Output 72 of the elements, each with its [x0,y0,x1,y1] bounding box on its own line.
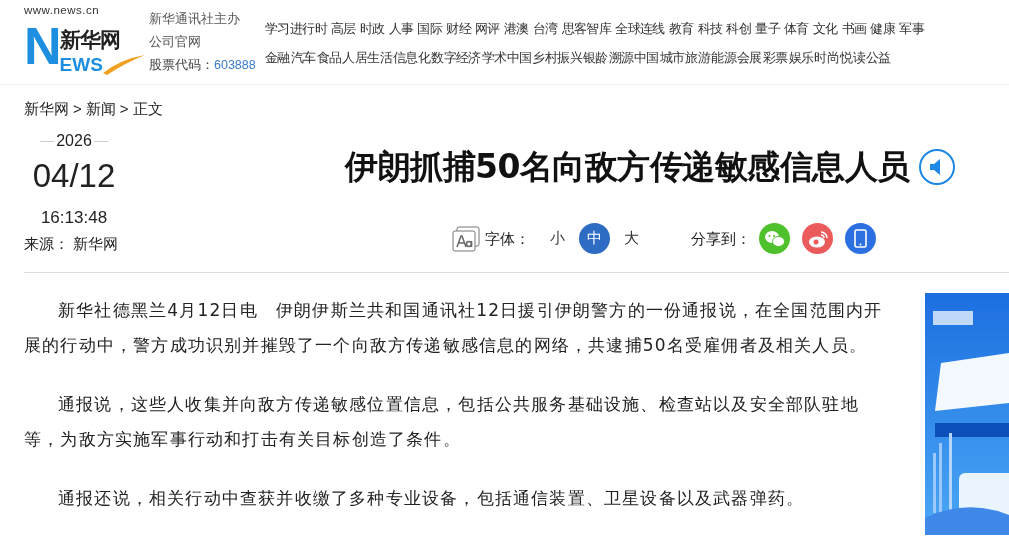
nav-link[interactable]: 能源 [711,49,736,66]
nav-link[interactable]: 时尚 [814,49,840,66]
nav-link[interactable]: 量子 [755,20,780,37]
nav-link[interactable]: 教育 [668,20,694,37]
nav-link[interactable]: 科技 [697,20,723,37]
nav-link[interactable]: 国际 [417,20,443,37]
nav-link[interactable]: 网评 [475,20,500,37]
stock-label: 股票代码： [149,57,214,72]
nav-link[interactable]: 时政 [359,20,385,37]
date: 04/12 [32,156,116,196]
nav-link[interactable]: 健康 [870,20,896,37]
mobile-icon[interactable] [845,223,876,254]
nav-link[interactable]: 财经 [446,20,472,37]
nav-link[interactable]: 娱乐 [788,49,814,66]
nav-link[interactable]: 文化 [812,20,838,37]
nav-link[interactable]: 会展 [736,49,762,66]
nav-link[interactable]: 全球连线 [615,20,665,37]
nav-link[interactable]: 公益 [866,49,891,66]
nav-link[interactable]: 军事 [899,20,925,37]
time: 16:13:48 [40,208,108,228]
source-label: 来源： [24,234,69,254]
nav-link[interactable]: 港澳 [503,20,529,37]
nav-link[interactable]: 学习进行时 [265,20,327,37]
nav-link[interactable]: 悦读 [840,49,865,66]
nav-link[interactable]: 人居生活 [342,49,393,66]
source: 新华网 [73,234,118,254]
swoosh-icon [102,53,145,75]
weibo-icon[interactable] [802,223,833,254]
logo-letters: EWS [59,55,103,75]
logo-url: www.news.cn [24,4,101,17]
nav-link[interactable]: 书画 [841,20,867,37]
font-size-icon [452,225,480,252]
wechat-icon[interactable] [759,223,790,254]
nav-link[interactable]: 城市 [659,49,685,66]
nav-link[interactable]: 人事 [388,20,414,37]
nav-link[interactable]: 学术中国 [481,49,532,66]
breadcrumb-separator: > [73,99,82,119]
font-size-option[interactable]: 大 [616,223,647,254]
font-size-label: 字体： [485,228,530,249]
speaker-icon[interactable] [917,148,956,186]
nav-link[interactable]: 乡村振兴 [532,49,583,66]
share-label: 分享到： [691,228,751,249]
stock-code: 603888 [214,58,256,72]
breadcrumb-current: 正文 [132,99,163,119]
nav-link[interactable]: 旅游 [685,49,711,66]
font-size-option[interactable]: 小 [542,223,573,254]
font-size-option[interactable]: 中 [579,223,610,254]
nav-link[interactable]: 金融 [265,49,290,66]
breadcrumb-link[interactable]: 新闻 [85,99,116,119]
article-title: 伊朗抓捕50名向敌方传递敏感信息人员 [345,147,910,187]
article-paragraph: 通报还说，相关行动中查获并收缴了多种专业设备，包括通信装置、卫星设备以及武器弹药。 [57,487,806,510]
breadcrumb-separator: > [119,99,129,119]
nav-link[interactable]: 食品 [316,49,342,66]
logo-letter: N [24,17,60,75]
nav-link[interactable]: 高层 [331,20,356,37]
article-paragraph: 通报说，这些人收集并向敌方传递敏感位置信息，包括公共服务基础设施、检查站以及安全部队驻地等，为敌方实施军事行动和打击有关目标创造了条件。 [24,393,860,451]
nav-link[interactable]: 台湾 [532,20,558,37]
nav-link[interactable]: 彩票 [762,49,788,66]
nav-link[interactable]: 银龄 [583,49,608,66]
company-text: 新华通讯社主办 [149,10,241,27]
article-paragraph: 新华社德黑兰4月12日电 伊朗伊斯兰共和国通讯社12日援引伊朗警方的一份通报说，在全国范围内开展的行动中，警方成功识别并摧毁了一个向敌方传递敏感信息的网络，共逮捕50名受雇佣者及相关人员。 [24,299,884,357]
nav-link[interactable]: 数字经济 [431,49,481,66]
logo-name: 新华网 [59,27,121,52]
nav-link[interactable]: 信息化 [393,49,431,66]
year: 2026 [56,131,92,151]
nav-link[interactable]: 汽车 [290,49,316,66]
breadcrumb-link[interactable]: 新华网 [24,99,69,119]
nav-link[interactable]: 思客智库 [561,20,612,37]
nav-link[interactable]: 体育 [784,20,809,37]
nav-link[interactable]: 溯源中国 [608,49,659,66]
company-link[interactable]: 公司官网 [149,33,265,50]
nav-link[interactable]: 科创 [726,20,752,37]
